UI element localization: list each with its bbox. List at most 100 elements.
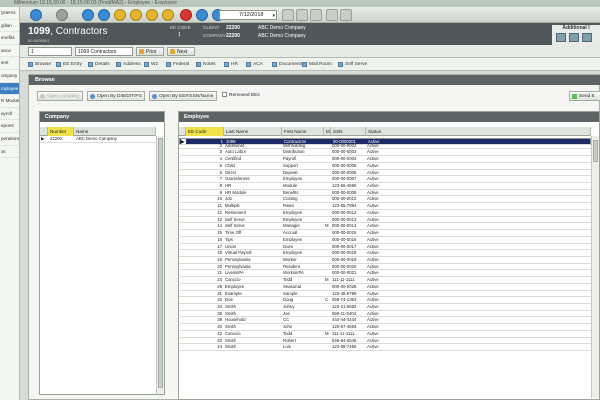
toolbar-print-icon[interactable]	[296, 9, 308, 21]
table-row[interactable]: 7 Garnishment Employee 000-00-0007 Active	[179, 176, 591, 184]
tab-notes[interactable]: Notes	[196, 60, 216, 69]
col-ssn[interactable]: SSN	[331, 127, 366, 136]
table-row[interactable]: 10 Job Costing 000-00-0010 Active	[179, 196, 591, 204]
company-scrollbar[interactable]	[156, 136, 164, 394]
company-select[interactable]: 1099 Contractors	[75, 47, 133, 56]
table-row[interactable]: 19 Pennsylvania Worker 000-00-0019 Active	[179, 257, 591, 264]
window-icon[interactable]	[582, 33, 592, 42]
nav-item-8[interactable]: ayroll	[0, 108, 19, 121]
table-row[interactable]: 24 Canccio Todd M 111-11-1111 Active	[179, 277, 591, 284]
table-row[interactable]: 44 Smith Lois 123-98-7456 Active	[179, 344, 591, 351]
company-name: ABC Demo Company	[258, 33, 306, 39]
nav-item-11[interactable]: xit	[0, 146, 19, 159]
grid-icon[interactable]	[556, 33, 566, 42]
tab-ee-entry[interactable]: EE Entry	[56, 60, 82, 69]
lock-icon[interactable]	[196, 9, 208, 21]
client-select[interactable]: 1	[28, 47, 72, 56]
toolbar-copy-icon[interactable]	[310, 9, 322, 21]
stop-icon[interactable]	[180, 9, 192, 21]
employee-scrollbar[interactable]	[591, 136, 599, 398]
nav-item-7[interactable]: R Module	[0, 95, 19, 108]
list-icon[interactable]	[569, 33, 579, 42]
prior-button[interactable]: Prior	[136, 47, 164, 56]
nav-item-10[interactable]: perations	[0, 133, 19, 146]
nav-item-1[interactable]: gillan	[0, 20, 19, 33]
nav-item-5[interactable]: ompany	[0, 70, 19, 83]
chevron-down-icon[interactable]: ▾	[272, 12, 275, 21]
table-row[interactable]: 35 Smith Joe 559-11-5404 Active	[179, 311, 591, 318]
col-first-name[interactable]: First Name	[282, 127, 324, 136]
next-button[interactable]: Next	[167, 47, 195, 56]
notes-icon[interactable]	[130, 9, 142, 21]
tab-details[interactable]: Details	[88, 60, 110, 69]
table-row[interactable]: 6 Direct Deposit 000-00-0006 Active	[179, 170, 591, 177]
table-row[interactable]: 21 LivesinPA WorksinPA 000-00-0021 Active	[179, 270, 591, 278]
nav-item-0[interactable]: ystems	[0, 7, 19, 20]
nav-item-3[interactable]: ance	[0, 45, 19, 58]
company-row[interactable]: ▶ 22200 ABC Demo Company	[40, 136, 156, 143]
tab-hr[interactable]: HR	[224, 60, 238, 69]
table-row[interactable]: 14 Self Serve Manager M 000-00-0014 Active	[179, 223, 591, 231]
home-icon[interactable]	[82, 9, 94, 21]
table-row[interactable]: 3 Auto Labor Distribution 000-00-0003 Active	[179, 149, 591, 157]
tab-federal[interactable]: Federal	[166, 60, 189, 69]
table-row[interactable]: 20 Pennsylvania Resident 000-00-0020 Active	[179, 264, 591, 271]
send-button[interactable]: Send E	[569, 91, 600, 101]
toolbar-export-icon[interactable]	[326, 9, 338, 21]
table-row[interactable]: 39 Household CC 444-44-4444 Active	[179, 317, 591, 325]
company-scroll-thumb[interactable]	[158, 138, 163, 388]
forward-icon[interactable]	[56, 9, 68, 21]
open-company-button[interactable]: Open company	[37, 91, 83, 101]
removed-ees-checkbox[interactable]: Removed EEs	[222, 92, 260, 98]
nav-item-9[interactable]: eports	[0, 120, 19, 133]
table-row[interactable]: 12 Retirement Employee 000-00-0012 Active	[179, 210, 591, 217]
mi	[325, 257, 331, 264]
table-row[interactable]: 9 HR Module Benefits 000-00-0009 Active	[179, 190, 591, 197]
table-row[interactable]: 40 Smith John 125-57-4693 Active	[179, 324, 591, 331]
checkbox-box[interactable]	[222, 92, 227, 97]
back-icon[interactable]	[30, 9, 42, 21]
table-row[interactable]: 31 Example Sample 123-45-6789 Active	[179, 291, 591, 298]
employee-scroll-thumb[interactable]	[593, 140, 598, 162]
tab-self-serve[interactable]: Self Serve	[338, 60, 367, 69]
col-name[interactable]: Name	[74, 127, 156, 136]
open-by-dob-button[interactable]: Open By D/B/D/T/PS	[87, 91, 145, 101]
table-row[interactable]: 17 Union Dues 000-00-0017 Active	[179, 244, 591, 251]
table-row[interactable]: 28 Employee Seasonal 000-00-0028 Active	[179, 284, 591, 291]
nav-item-6[interactable]: mployee	[0, 82, 19, 96]
table-row[interactable]: 33 Doe Doug C 259-74-1363 Active	[179, 297, 591, 304]
col-mi[interactable]: MI	[324, 127, 331, 136]
table-row[interactable]: 15 Time Off Accrual 000-00-0015 Active	[179, 230, 591, 237]
table-row[interactable]: 13 Self Serve Employee 000-00-0013 Active	[179, 217, 591, 224]
table-row[interactable]: 43 Smith Robert 546-54-6546 Active	[179, 338, 591, 345]
info-icon[interactable]	[98, 9, 110, 21]
col-last-name[interactable]: Last Name	[224, 127, 282, 136]
alert-icon[interactable]	[146, 9, 158, 21]
table-row[interactable]: 5 Child Support 000-00-0005 Active	[179, 163, 591, 170]
table-row[interactable]: 16 Tips Employee 000-00-0016 Active	[179, 237, 591, 244]
help-icon[interactable]	[114, 9, 126, 21]
table-row[interactable]: 34 Smith Johny 123-21-5682 Active	[179, 304, 591, 311]
tab-documents[interactable]: Documents	[272, 60, 303, 69]
table-row[interactable]: 18 Virtual Payroll Employee 000-00-0018 Acti…	[179, 250, 591, 257]
nav-item-4[interactable]: ient	[0, 57, 19, 70]
table-row[interactable]: 42 Canccio Todd M 111-11-1111 Active	[179, 331, 591, 338]
tab-w2[interactable]: W2	[144, 60, 158, 69]
toolbar-settings-icon[interactable]	[340, 9, 352, 21]
table-row[interactable]: 11 Multiple Rates 123-65-7894 Active	[179, 203, 591, 210]
user-icon[interactable]	[162, 9, 174, 21]
tab-mail-room[interactable]: Mail Room	[302, 60, 332, 69]
table-row[interactable]: 2 Additional Withholding 000-00-0002 Active	[179, 143, 591, 150]
col-status[interactable]: Status	[366, 127, 591, 136]
nav-item-2[interactable]: enefits	[0, 32, 19, 45]
table-row[interactable]: 4 Certified Payroll 000-00-0004 Active	[179, 156, 591, 163]
toolbar-search-icon[interactable]	[282, 9, 294, 21]
date-field[interactable]: 7/12/2018 ▾	[219, 10, 277, 20]
col-ee-code[interactable]: EE Code	[186, 127, 224, 136]
tab-aca[interactable]: ACA	[246, 60, 263, 69]
col-number[interactable]: Number	[48, 127, 74, 136]
tab-browse[interactable]: Browse	[28, 60, 51, 69]
table-row[interactable]: 8 HR Module 123-56-4695 Active	[179, 183, 591, 190]
tab-address[interactable]: Address	[116, 60, 141, 69]
open-by-ssn-button[interactable]: Open By EE#/SSN/Name	[149, 91, 217, 101]
